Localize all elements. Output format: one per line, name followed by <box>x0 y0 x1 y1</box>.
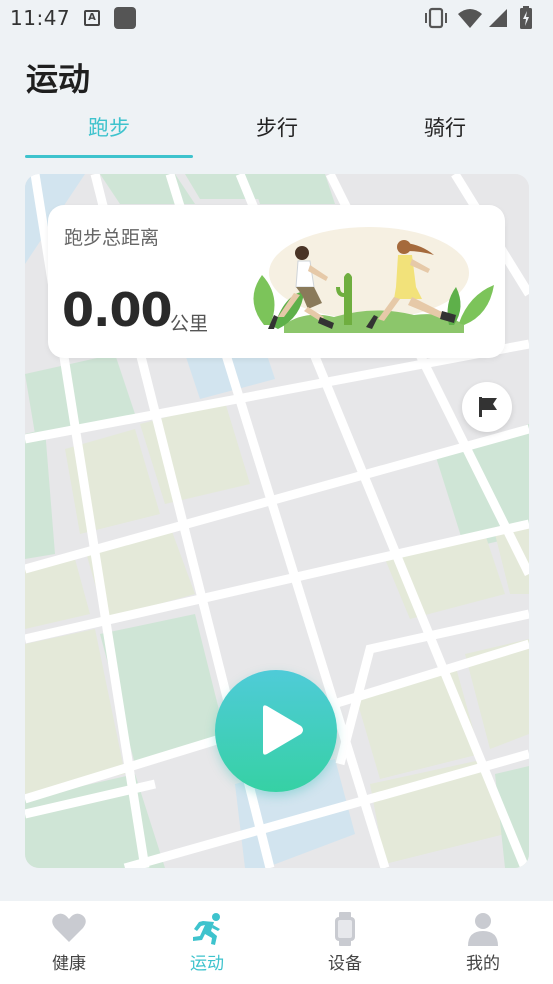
active-tab-indicator <box>25 155 193 158</box>
page-title: 运动 <box>26 60 91 98</box>
nav-item-health[interactable]: 健康 <box>0 901 138 984</box>
nav-label-mine: 我的 <box>466 954 500 974</box>
signal-icon <box>489 9 507 27</box>
total-distance-label: 跑步总距离 <box>64 227 160 249</box>
person-icon <box>468 913 498 946</box>
nav-label-sport: 运动 <box>190 954 224 974</box>
tab-cycling[interactable]: 骑行 <box>361 110 529 158</box>
battery-icon <box>520 6 532 29</box>
nav-item-mine[interactable]: 我的 <box>414 901 552 984</box>
status-time: 11:47 <box>10 6 71 30</box>
tab-running[interactable]: 跑步 <box>25 110 193 158</box>
tab-walking[interactable]: 步行 <box>193 110 361 158</box>
play-icon <box>263 705 303 755</box>
start-run-button[interactable] <box>215 670 337 792</box>
vibrate-icon <box>425 7 447 29</box>
runners-illustration <box>253 227 494 333</box>
notification-app-icon <box>114 7 136 29</box>
total-distance-value: 0.00 <box>62 283 172 337</box>
nav-label-device: 设备 <box>328 954 362 974</box>
watch-icon <box>335 912 355 946</box>
status-bar: 11:47 A <box>0 0 553 38</box>
distance-summary-card: 跑步总距离 0.00 公里 <box>48 205 505 358</box>
runner-icon <box>193 913 220 945</box>
wifi-icon <box>458 9 482 28</box>
heart-icon <box>52 913 86 942</box>
flag-button[interactable] <box>462 382 512 432</box>
notification-a-icon: A <box>84 10 100 26</box>
nav-label-health: 健康 <box>52 954 86 974</box>
flag-icon <box>479 397 497 417</box>
nav-item-sport[interactable]: 运动 <box>138 901 276 984</box>
sport-tabs: 跑步 步行 骑行 <box>25 110 529 160</box>
nav-item-device[interactable]: 设备 <box>276 901 414 984</box>
distance-unit: 公里 <box>170 313 209 335</box>
bottom-nav: 健康 运动 设备 我的 <box>0 901 553 984</box>
